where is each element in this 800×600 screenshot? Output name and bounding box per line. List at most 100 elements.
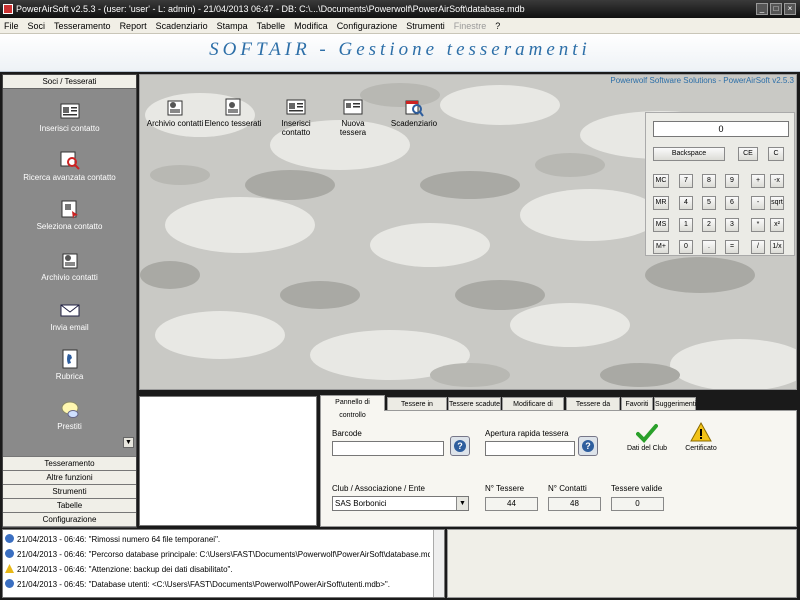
log-scrollbar[interactable] [433, 530, 444, 597]
calc-key-5[interactable]: 5 [702, 196, 716, 210]
sidebar-item-label: Prestiti [57, 422, 82, 431]
menu-report[interactable]: Report [120, 21, 147, 31]
id-card-icon [60, 103, 79, 119]
calc-key-sym24[interactable]: * [751, 218, 765, 232]
calc-key-7[interactable]: 7 [679, 174, 693, 188]
calc-backspace-button[interactable]: Backspace [653, 147, 725, 161]
club-select[interactable]: SAS Borbonici ▼ [332, 496, 469, 511]
calculator-widget: 0 Backspace CE C MC 7 8 9 + -x MR 4 5 6- sqrt MS 1 2 3 * x²… [645, 112, 795, 256]
calc-key-1[interactable]: 1 [679, 218, 693, 232]
sidebar-item-ricerca-avanzata-contatto[interactable]: Ricerca avanzata contatto [3, 150, 136, 182]
sidebar-item-archivio-contatti[interactable]: Archivio contatti [3, 250, 136, 282]
event-log[interactable]: 21/04/2013 - 06:46: "Rimossi numero 64 f… [2, 529, 445, 598]
tab-tessere-scadute[interactable]: Tessere scadute [448, 397, 501, 411]
barcode-help-button[interactable]: ? [450, 436, 470, 456]
warning-icon [690, 421, 712, 442]
sidebar-item-seleziona-contatto[interactable]: Seleziona contatto [3, 199, 136, 231]
log-text: 21/04/2013 - 06:46: "Attenzione: backup … [17, 565, 233, 574]
stat-value-tessere-valide: 0 [611, 497, 664, 511]
certificate-button[interactable]: Certificato [673, 421, 729, 452]
sidebar-section-header[interactable]: Soci / Tesserati [3, 75, 136, 89]
close-button[interactable]: × [784, 3, 796, 15]
tab-favoriti[interactable]: Favoriti [621, 397, 653, 411]
minimize-button[interactable]: _ [756, 3, 768, 15]
sidebar-item-prestiti[interactable]: Prestiti [3, 399, 136, 431]
calc-key-1-x[interactable]: 1/x [770, 240, 784, 254]
calc-key-sym14[interactable]: - [751, 196, 765, 210]
calc-key-x[interactable]: x² [770, 218, 784, 232]
calc-key-sym32[interactable]: . [702, 240, 716, 254]
menu-strumenti[interactable]: Strumenti [406, 21, 445, 31]
sidebar-group-tabelle[interactable]: Tabelle [3, 498, 136, 512]
calc-key-3[interactable]: 3 [725, 218, 739, 232]
calc-key-mr[interactable]: MR [653, 196, 669, 210]
maximize-button[interactable]: □ [770, 3, 782, 15]
menu-[interactable]: ? [495, 21, 500, 31]
calc-key-9[interactable]: 9 [725, 174, 739, 188]
menu-scadenziario[interactable]: Scadenziario [156, 21, 208, 31]
quick-archivio-contatti[interactable]: Archivio contatti [146, 97, 204, 128]
sidebar-item-invia-email[interactable]: Invia email [3, 300, 136, 332]
tab-modificare-di-recente[interactable]: Modificare di recente [502, 397, 564, 421]
window-title-bar[interactable]: PowerAirSoft v2.5.3 - (user: 'user' - L:… [0, 0, 800, 18]
sidebar-group-strumenti[interactable]: Strumenti [3, 484, 136, 498]
calc-key-sqrt[interactable]: sqrt [770, 196, 784, 210]
menu-tesseramento[interactable]: Tesseramento [54, 21, 111, 31]
quick-nuova-tessera[interactable]: Nuova tessera [330, 97, 376, 137]
sidebar-group-configurazione[interactable]: Configurazione [3, 512, 136, 526]
quick-icon-label: Nuova tessera [339, 119, 367, 137]
menu-configurazione[interactable]: Configurazione [337, 21, 398, 31]
quick-icon-label: Scadenziario [390, 119, 438, 128]
quick-open-help-button[interactable]: ? [578, 436, 598, 456]
barcode-input[interactable] [332, 441, 444, 456]
chevron-down-icon[interactable]: ▼ [456, 497, 468, 510]
calc-key-x[interactable]: -x [770, 174, 784, 188]
menu-finestre[interactable]: Finestre [454, 21, 487, 31]
info-icon [5, 579, 14, 588]
menu-modifica[interactable]: Modifica [294, 21, 328, 31]
calc-key-m[interactable]: M+ [653, 240, 669, 254]
info-icon [5, 534, 14, 543]
chat-icon [61, 401, 78, 418]
id-card-icon [286, 99, 306, 115]
calc-ce-button[interactable]: CE [738, 147, 758, 161]
phone-book-icon [62, 349, 77, 369]
tab-suggerimenti[interactable]: Suggerimenti [654, 397, 696, 411]
sidebar-group-tesseramento[interactable]: Tesseramento [3, 456, 136, 470]
sidebar-group-altre-funzioni[interactable]: Altre funzioni [3, 470, 136, 484]
list-icon [225, 98, 241, 116]
calc-key-ms[interactable]: MS [653, 218, 669, 232]
calc-key-4[interactable]: 4 [679, 196, 693, 210]
sidebar-item-rubrica[interactable]: Rubrica [3, 349, 136, 381]
quick-open-input[interactable] [485, 441, 575, 456]
menu-stampa[interactable]: Stampa [217, 21, 248, 31]
calc-key-6[interactable]: 6 [725, 196, 739, 210]
warning-icon [5, 564, 14, 573]
tab-tessere-in-scadenza[interactable]: Tessere in scadenza [387, 397, 447, 421]
info-list-panel[interactable] [139, 396, 317, 526]
calc-key-sym33[interactable]: = [725, 240, 739, 254]
sidebar-item-label: Archivio contatti [41, 273, 98, 282]
calc-key-sym04[interactable]: + [751, 174, 765, 188]
menu-tabelle[interactable]: Tabelle [257, 21, 286, 31]
quick-inserisci-contatto[interactable]: Inserisci contatto [266, 97, 326, 137]
tab-tessere-da-saldare[interactable]: Tessere da saldare [566, 397, 620, 421]
calc-key-sym34[interactable]: / [751, 240, 765, 254]
sidebar-item-inserisci-contatto[interactable]: Inserisci contatto [3, 101, 136, 133]
calc-key-8[interactable]: 8 [702, 174, 716, 188]
menu-file[interactable]: File [4, 21, 19, 31]
calc-key-0[interactable]: 0 [679, 240, 693, 254]
calc-key-2[interactable]: 2 [702, 218, 716, 232]
calc-c-button[interactable]: C [768, 147, 784, 161]
sidebar-scroll-down-button[interactable]: ▼ [123, 437, 134, 448]
certificate-label: Certificato [685, 445, 717, 452]
archive-icon [167, 100, 183, 116]
menu-soci[interactable]: Soci [28, 21, 46, 31]
quick-elenco-tesserati[interactable]: Elenco tesserati [203, 97, 263, 128]
club-data-button[interactable]: Dati del Club [617, 423, 677, 452]
calc-key-mc[interactable]: MC [653, 174, 669, 188]
quick-scadenziario[interactable]: Scadenziario [390, 97, 438, 128]
sidebar-item-label: Seleziona contatto [36, 222, 103, 231]
sidebar-item-label: Ricerca avanzata contatto [23, 173, 116, 182]
tab-pannello-di-controllo[interactable]: Pannello di controllo [320, 395, 385, 419]
